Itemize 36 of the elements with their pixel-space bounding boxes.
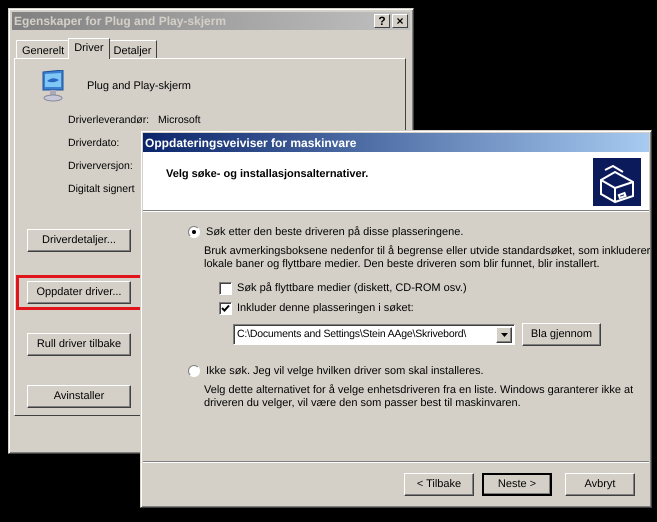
option-label[interactable]: Søk etter den beste driveren på disse plasseringene. <box>206 224 464 240</box>
checkbox-label[interactable]: Inkluder denne plasseringen i søket: <box>237 300 414 316</box>
tab[interactable]: Detaljer <box>108 40 158 58</box>
drawer-icon <box>593 158 641 206</box>
caret-icon <box>500 333 508 337</box>
monitor-icon <box>41 70 65 102</box>
dropdown-button[interactable] <box>496 327 512 343</box>
nav-button[interactable]: < Tilbake <box>404 472 474 496</box>
help-button[interactable]: ? <box>374 14 390 28</box>
option-label[interactable]: Ikke søk. Jeg vil velge hvilken driver som skal installeres. <box>206 362 484 380</box>
tab[interactable]: Driver <box>68 38 110 59</box>
info-label: Driverversjon: <box>68 158 134 174</box>
option-description: Bruk avmerkingsboksene nedenfor til å begrense eller utvide standardsøket, som inkluderer lokale baner og flyttbare medier. Den beste driveren som blir funnet, blir installert. <box>204 245 652 271</box>
window-title: Oppdateringsveiviser for maskinvare <box>145 134 358 152</box>
option-description: Velg dette alternativet for å velge enhetsdriveren fra en liste. Windows garanterer ikke at driveren du velger, vil være den som passer best til maskinvaren. <box>204 384 634 410</box>
wizard-heading: Velg søke- og installasjonsalternativer. <box>166 168 368 182</box>
device-name: Plug and Play-skjerm <box>87 78 191 94</box>
info-value: Microsoft <box>158 112 201 128</box>
close-button[interactable]: × <box>392 14 408 28</box>
info-label: Digitalt signert <box>68 182 136 197</box>
tab[interactable]: Generelt <box>16 40 70 58</box>
radio-button[interactable] <box>188 365 200 377</box>
info-label: Driverleverandør: <box>68 112 150 128</box>
radio-button[interactable] <box>188 226 200 238</box>
driver-button[interactable]: Driverdetaljer... <box>27 229 131 252</box>
driver-button[interactable]: Avinstaller <box>27 385 131 408</box>
driver-button[interactable]: Oppdater driver... <box>27 281 131 304</box>
window-title: Egenskaper for Plug and Play-skjerm <box>14 13 228 30</box>
path-combo[interactable]: C:\Documents and Settings\Stein AAge\Skrivebord\ <box>233 324 515 345</box>
checkbox[interactable] <box>219 282 232 294</box>
browse-button[interactable]: Bla gjennom <box>522 323 601 346</box>
nav-button[interactable]: Avbryt <box>565 472 635 496</box>
driver-button[interactable]: Rull driver tilbake <box>27 333 131 356</box>
checkbox[interactable] <box>219 302 232 314</box>
checkbox-label[interactable]: Søk på flyttbare medier (diskett, CD-ROM osv.) <box>237 280 467 296</box>
nav-button[interactable]: Neste > <box>482 472 552 496</box>
